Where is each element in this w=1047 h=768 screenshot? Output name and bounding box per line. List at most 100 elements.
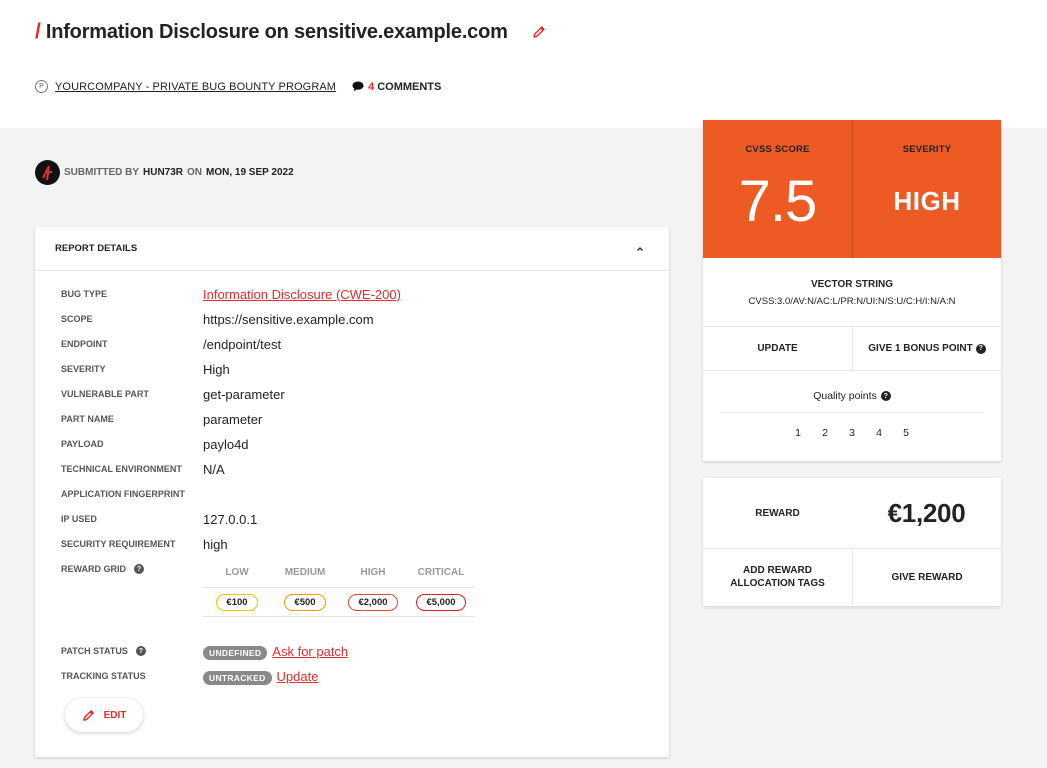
grid-header-high: HIGH <box>360 567 386 578</box>
reward-pill-critical: €5,000 <box>416 593 466 611</box>
give-bonus-point-button[interactable]: GIVE 1 BONUS POINT ? <box>852 327 1001 370</box>
ask-for-patch-link[interactable]: Ask for patch <box>272 644 348 659</box>
submitted-date: MON, 19 SEP 2022 <box>206 167 294 178</box>
comments-link[interactable]: 4 COMMENTS <box>352 81 441 93</box>
detail-label: IP USED <box>61 514 97 524</box>
edit-button[interactable]: EDIT <box>65 698 143 732</box>
reward-value: €1,200 <box>887 497 966 528</box>
status-badge: UNTRACKED <box>203 670 272 685</box>
severity-value: HIGH <box>893 186 961 216</box>
reward-grid-header: LOW MEDIUM HIGH CRITICAL <box>203 567 475 587</box>
tracking-status-value: UNTRACKED Update <box>203 669 319 685</box>
question-circle-icon[interactable]: ? <box>134 564 144 574</box>
cvss-score-label: CVSS SCORE <box>745 144 810 155</box>
quality-point-1[interactable]: 1 <box>785 427 812 439</box>
detail-label: SCOPE <box>61 314 93 324</box>
detail-label: APPLICATION FINGERPRINT <box>61 489 185 499</box>
severity-box: SEVERITY HIGH <box>852 120 1001 258</box>
detail-value: high <box>203 536 228 552</box>
page-title: Information Disclosure on sensitive.exam… <box>45 20 508 43</box>
reward-actions: ADD REWARD ALLOCATION TAGS GIVE REWARD <box>703 549 1001 605</box>
divider <box>720 412 984 413</box>
score-card: CVSS SCORE 7.5 SEVERITY HIGH VECTOR STRI… <box>703 120 1001 461</box>
grid-cell: €100 <box>203 593 271 611</box>
vector-string-label: VECTOR STRING <box>810 279 894 290</box>
reward-grid-table: LOW MEDIUM HIGH CRITICAL €100 €500 €2,00… <box>203 567 475 617</box>
detail-label: BUG TYPE <box>61 289 108 299</box>
detail-label: SECURITY REQUIREMENT <box>61 539 176 549</box>
detail-label: PATCH STATUS ? <box>61 646 201 656</box>
detail-label: PART NAME <box>61 414 114 424</box>
question-circle-icon[interactable]: ? <box>135 646 146 656</box>
title-slash: / <box>35 20 41 43</box>
vector-string-section: VECTOR STRING CVSS:3.0/AV:N/AC:L/PR:N/UI… <box>703 258 1001 327</box>
report-details-title: REPORT DETAILS <box>55 243 138 254</box>
reward-value-cell: €1,200 <box>852 478 1001 548</box>
reward-card: REWARD €1,200 ADD REWARD ALLOCATION TAGS… <box>703 478 1001 606</box>
submitted-on: ON <box>187 167 203 178</box>
detail-label: PAYLOAD <box>61 439 104 449</box>
quality-points-label: Quality points <box>813 390 877 402</box>
reward-pill-medium: €500 <box>284 593 326 611</box>
detail-value: https://sensitive.example.com <box>203 311 374 327</box>
detail-value: parameter <box>203 411 263 427</box>
edit-label: EDIT <box>103 709 127 721</box>
avatar[interactable] <box>35 160 60 185</box>
detail-value: High <box>203 361 230 377</box>
update-tracking-link[interactable]: Update <box>277 669 319 684</box>
give-reward-button[interactable]: GIVE REWARD <box>852 549 1001 605</box>
detail-value: paylo4d <box>203 436 249 452</box>
score-actions: UPDATE GIVE 1 BONUS POINT ? <box>703 327 1001 371</box>
detail-value: /endpoint/test <box>203 336 282 352</box>
vector-string-value: CVSS:3.0/AV:N/AC:L/PR:N/UI:N/S:U/C:H/I:N… <box>748 296 956 307</box>
grid-header-low: LOW <box>225 567 249 578</box>
comments-label: COMMENTS <box>377 80 442 93</box>
add-reward-allocation-tags-button[interactable]: ADD REWARD ALLOCATION TAGS <box>703 549 852 605</box>
grid-cell: €500 <box>271 593 339 611</box>
comments-count: 4 <box>368 80 375 93</box>
quality-points-section: Quality points ? 1 2 3 4 5 <box>703 371 1001 439</box>
detail-label: REWARD GRID ? <box>61 564 201 574</box>
submitter-name[interactable]: HUN73R <box>143 167 183 178</box>
quality-point-2[interactable]: 2 <box>812 427 839 439</box>
submitted-prefix: SUBMITTED BY <box>64 167 139 178</box>
question-circle-icon[interactable]: ? <box>975 343 986 354</box>
pencil-icon <box>82 709 94 721</box>
pencil-icon[interactable] <box>532 25 546 39</box>
update-button[interactable]: UPDATE <box>703 327 852 370</box>
detail-label: SEVERITY <box>61 364 106 374</box>
reward-summary: REWARD €1,200 <box>703 478 1001 549</box>
reward-grid-label: REWARD GRID <box>61 564 126 574</box>
reward-pill-low: €100 <box>216 593 258 611</box>
severity-label: SEVERITY <box>902 144 952 155</box>
patch-status-value: UNDEFINED Ask for patch <box>203 644 348 660</box>
grid-cell: €5,000 <box>407 593 475 611</box>
detail-label: VULNERABLE PART <box>61 389 149 399</box>
report-details-header[interactable]: REPORT DETAILS <box>35 227 669 271</box>
report-header: / Information Disclosure on sensitive.ex… <box>0 0 1047 128</box>
quality-points-options: 1 2 3 4 5 <box>703 427 1001 439</box>
detail-value: get-parameter <box>203 386 285 402</box>
chevron-up-icon[interactable] <box>636 245 644 253</box>
quality-point-5[interactable]: 5 <box>893 427 920 439</box>
grid-cell: €2,000 <box>339 593 407 611</box>
speech-bubble-icon <box>352 81 364 92</box>
hunter-logo-icon <box>42 165 52 181</box>
program-badge-icon: P <box>35 80 48 93</box>
quality-point-4[interactable]: 4 <box>866 427 893 439</box>
report-details-card: REPORT DETAILS BUG TYPE Information Disc… <box>35 227 669 757</box>
detail-label: TRACKING STATUS <box>61 671 146 681</box>
bonus-label: GIVE 1 BONUS POINT <box>868 343 973 354</box>
meta-row: P YOURCOMPANY - PRIVATE BUG BOUNTY PROGR… <box>35 80 441 93</box>
detail-label: ENDPOINT <box>61 339 108 349</box>
reward-label: REWARD <box>755 507 800 519</box>
question-circle-icon[interactable]: ? <box>880 391 891 401</box>
detail-value: N/A <box>203 461 225 477</box>
title-row: / Information Disclosure on sensitive.ex… <box>35 20 546 44</box>
reward-pill-high: €2,000 <box>348 593 398 611</box>
grid-header-critical: CRITICAL <box>417 567 465 578</box>
grid-header-medium: MEDIUM <box>284 567 326 578</box>
quality-point-3[interactable]: 3 <box>839 427 866 439</box>
bug-type-link[interactable]: Information Disclosure (CWE-200) <box>203 287 401 302</box>
program-link[interactable]: YOURCOMPANY - PRIVATE BUG BOUNTY PROGRAM <box>55 81 336 93</box>
